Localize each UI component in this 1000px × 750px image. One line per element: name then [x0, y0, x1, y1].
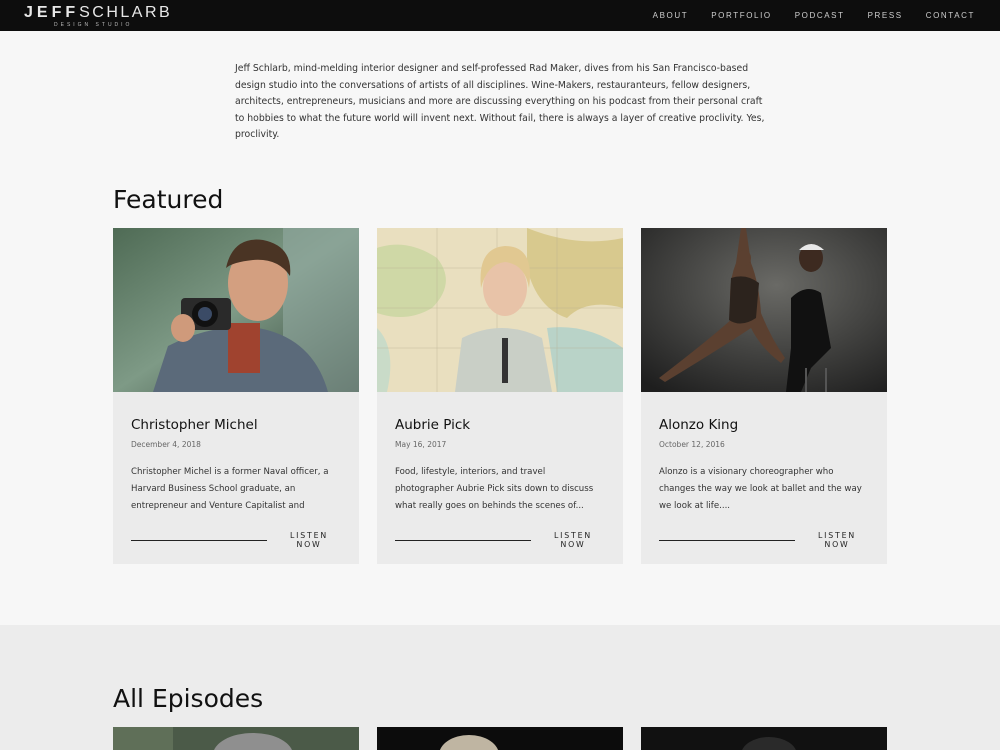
guest-photo[interactable] [377, 228, 623, 392]
nav-press[interactable]: PRESS [868, 11, 903, 20]
logo-subtitle: DESIGN STUDIO [54, 22, 133, 28]
logo-word-schlarb: SCHLARB [79, 4, 173, 21]
logo-word-jeff: JEFF [24, 4, 80, 21]
all-episodes-heading: All Episodes [113, 684, 264, 713]
guest-photo[interactable] [113, 228, 359, 392]
episode-description: Food, lifestyle, interiors, and travel p… [395, 467, 594, 511]
featured-card[interactable]: Christopher Michel December 4, 2018 Chri… [113, 228, 359, 564]
featured-card[interactable]: Aubrie Pick May 16, 2017 Food, lifestyle… [377, 228, 623, 564]
listen-row: LISTEN NOW [395, 531, 605, 549]
featured-heading: Featured [113, 185, 224, 214]
nav-podcast[interactable]: PODCAST [795, 11, 845, 20]
episode-description: Alonzo is a visionary choreographer who … [659, 467, 862, 511]
episode-description: Christopher Michel is a former Naval off… [131, 467, 329, 511]
episode-thumbnail[interactable] [377, 727, 623, 750]
intro-text: Jeff Schlarb, mind-melding interior desi… [235, 63, 765, 140]
logo-wordmark: JEFFSCHLARB [24, 4, 172, 22]
divider-line [395, 539, 531, 541]
episode-date: October 12, 2016 [659, 440, 725, 449]
guest-name[interactable]: Alonzo King [659, 417, 869, 437]
featured-card[interactable]: Alonzo King October 12, 2016 Alonzo is a… [641, 228, 887, 564]
guest-name[interactable]: Aubrie Pick [395, 417, 605, 437]
episode-date: December 4, 2018 [131, 440, 201, 449]
nav-portfolio[interactable]: PORTFOLIO [711, 11, 771, 20]
site-logo[interactable]: JEFFSCHLARB DESIGN STUDIO [24, 4, 172, 28]
divider-line [131, 539, 267, 541]
listen-now-button[interactable]: LISTEN NOW [277, 531, 341, 549]
episode-date: May 16, 2017 [395, 440, 447, 449]
listen-row: LISTEN NOW [131, 531, 341, 549]
guest-photo[interactable] [641, 228, 887, 392]
listen-now-button[interactable]: LISTEN NOW [805, 531, 869, 549]
divider-line [659, 539, 795, 541]
site-header: JEFFSCHLARB DESIGN STUDIO ABOUT PORTFOLI… [0, 0, 1000, 31]
listen-row: LISTEN NOW [659, 531, 869, 549]
nav-contact[interactable]: CONTACT [926, 11, 975, 20]
nav-about[interactable]: ABOUT [653, 11, 689, 20]
episode-thumbnail[interactable] [113, 727, 359, 750]
episode-thumbnail[interactable] [641, 727, 887, 750]
listen-now-button[interactable]: LISTEN NOW [541, 531, 605, 549]
main-nav: ABOUT PORTFOLIO PODCAST PRESS CONTACT [653, 0, 975, 31]
guest-name[interactable]: Christopher Michel [131, 417, 341, 437]
